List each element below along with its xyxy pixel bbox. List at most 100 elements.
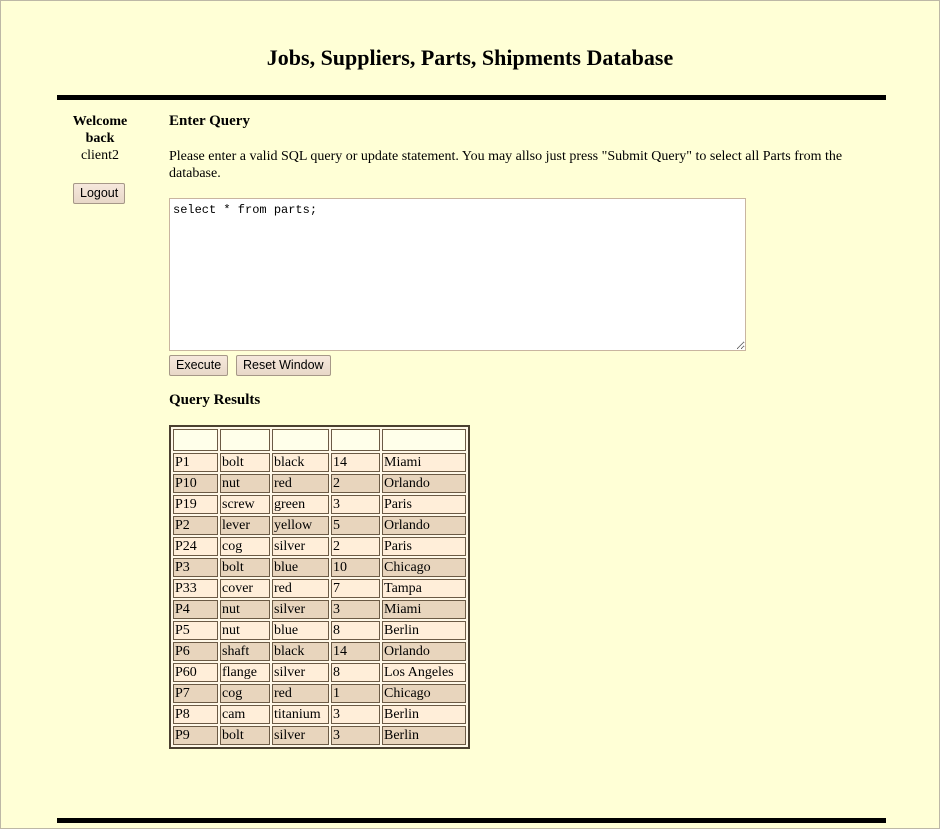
table-row: P60 flange silver 8 Los Angeles (173, 663, 466, 682)
table-row: P4 nut silver 3 Miami (173, 600, 466, 619)
table-cell: Miami (382, 600, 466, 619)
table-cell: P2 (173, 516, 218, 535)
table-row: P9 bolt silver 3 Berlin (173, 726, 466, 745)
table-cell: bolt (220, 558, 270, 577)
table-cell: bolt (220, 726, 270, 745)
table-row: P7 cog red 1 Chicago (173, 684, 466, 703)
table-cell: black (272, 642, 329, 661)
top-divider (57, 95, 886, 100)
table-cell: 5 (331, 516, 380, 535)
query-instructions: Please enter a valid SQL query or update… (169, 149, 843, 181)
table-cell: lever (220, 516, 270, 535)
table-cell: Berlin (382, 726, 466, 745)
table-cell: silver (272, 726, 329, 745)
sql-query-input[interactable] (169, 198, 746, 351)
table-cell: 3 (331, 705, 380, 724)
table-cell: 3 (331, 495, 380, 514)
table-cell: cover (220, 579, 270, 598)
table-cell: 2 (331, 537, 380, 556)
table-cell: 3 (331, 726, 380, 745)
table-cell: Chicago (382, 558, 466, 577)
table-row: P10 nut red 2 Orlando (173, 474, 466, 493)
table-cell: cog (220, 537, 270, 556)
table-row: P19 screw green 3 Paris (173, 495, 466, 514)
results-table: P1 bolt black 14 Miami P10 nut red 2 Orlando P19 sc… (169, 425, 470, 749)
table-row: P6 shaft black 14 Orlando (173, 642, 466, 661)
table-cell: blue (272, 621, 329, 640)
column-header (220, 429, 270, 451)
table-cell: P60 (173, 663, 218, 682)
column-header (382, 429, 466, 451)
table-cell: shaft (220, 642, 270, 661)
table-cell: flange (220, 663, 270, 682)
table-cell: nut (220, 600, 270, 619)
bottom-divider (57, 818, 886, 823)
table-cell: cog (220, 684, 270, 703)
execute-button[interactable]: Execute (169, 355, 229, 376)
page-title: Jobs, Suppliers, Parts, Shipments Databa… (266, 45, 674, 70)
table-cell: Berlin (382, 621, 466, 640)
table-row: P3 bolt blue 10 Chicago (173, 558, 466, 577)
table-cell: P3 (173, 558, 218, 577)
table-cell: 3 (331, 600, 380, 619)
table-cell: P33 (173, 579, 218, 598)
table-row: P5 nut blue 8 Berlin (173, 621, 466, 640)
table-cell: P5 (173, 621, 218, 640)
table-cell: 2 (331, 474, 380, 493)
query-results-heading: Query Results (169, 392, 261, 408)
username: client2 (80, 148, 120, 163)
table-header-row (173, 429, 466, 451)
table-cell: nut (220, 621, 270, 640)
table-cell: Los Angeles (382, 663, 466, 682)
table-cell: Berlin (382, 705, 466, 724)
table-row: P24 cog silver 2 Paris (173, 537, 466, 556)
enter-query-heading: Enter Query (169, 113, 250, 129)
column-header (331, 429, 380, 451)
table-row: P1 bolt black 14 Miami (173, 453, 466, 472)
table-row: P8 cam titanium 3 Berlin (173, 705, 466, 724)
table-cell: bolt (220, 453, 270, 472)
welcome-text: Welcome back (72, 114, 128, 146)
query-section: Enter Query (169, 113, 889, 130)
table-cell: P6 (173, 642, 218, 661)
table-cell: P19 (173, 495, 218, 514)
column-header (272, 429, 329, 451)
table-row: P33 cover red 7 Tampa (173, 579, 466, 598)
table-row: P2 lever yellow 5 Orlando (173, 516, 466, 535)
column-header (173, 429, 218, 451)
table-cell: nut (220, 474, 270, 493)
table-cell: cam (220, 705, 270, 724)
table-cell: blue (272, 558, 329, 577)
table-cell: red (272, 579, 329, 598)
table-cell: red (272, 474, 329, 493)
table-cell: P1 (173, 453, 218, 472)
table-cell: P7 (173, 684, 218, 703)
table-cell: Orlando (382, 474, 466, 493)
table-cell: 10 (331, 558, 380, 577)
table-cell: 8 (331, 621, 380, 640)
table-cell: green (272, 495, 329, 514)
table-cell: Paris (382, 495, 466, 514)
table-cell: Orlando (382, 642, 466, 661)
table-cell: P24 (173, 537, 218, 556)
table-cell: 14 (331, 453, 380, 472)
table-cell: screw (220, 495, 270, 514)
table-cell: Tampa (382, 579, 466, 598)
table-cell: yellow (272, 516, 329, 535)
table-cell: 7 (331, 579, 380, 598)
table-cell: red (272, 684, 329, 703)
table-cell: P8 (173, 705, 218, 724)
table-cell: Paris (382, 537, 466, 556)
reset-window-button[interactable]: Reset Window (236, 355, 331, 376)
table-cell: titanium (272, 705, 329, 724)
table-cell: P4 (173, 600, 218, 619)
table-cell: 8 (331, 663, 380, 682)
table-cell: black (272, 453, 329, 472)
logout-button[interactable]: Logout (73, 183, 126, 204)
table-cell: silver (272, 663, 329, 682)
table-cell: P9 (173, 726, 218, 745)
table-cell: Chicago (382, 684, 466, 703)
sidebar: Welcome back client2 (61, 113, 139, 164)
table-cell: 14 (331, 642, 380, 661)
table-cell: P10 (173, 474, 218, 493)
